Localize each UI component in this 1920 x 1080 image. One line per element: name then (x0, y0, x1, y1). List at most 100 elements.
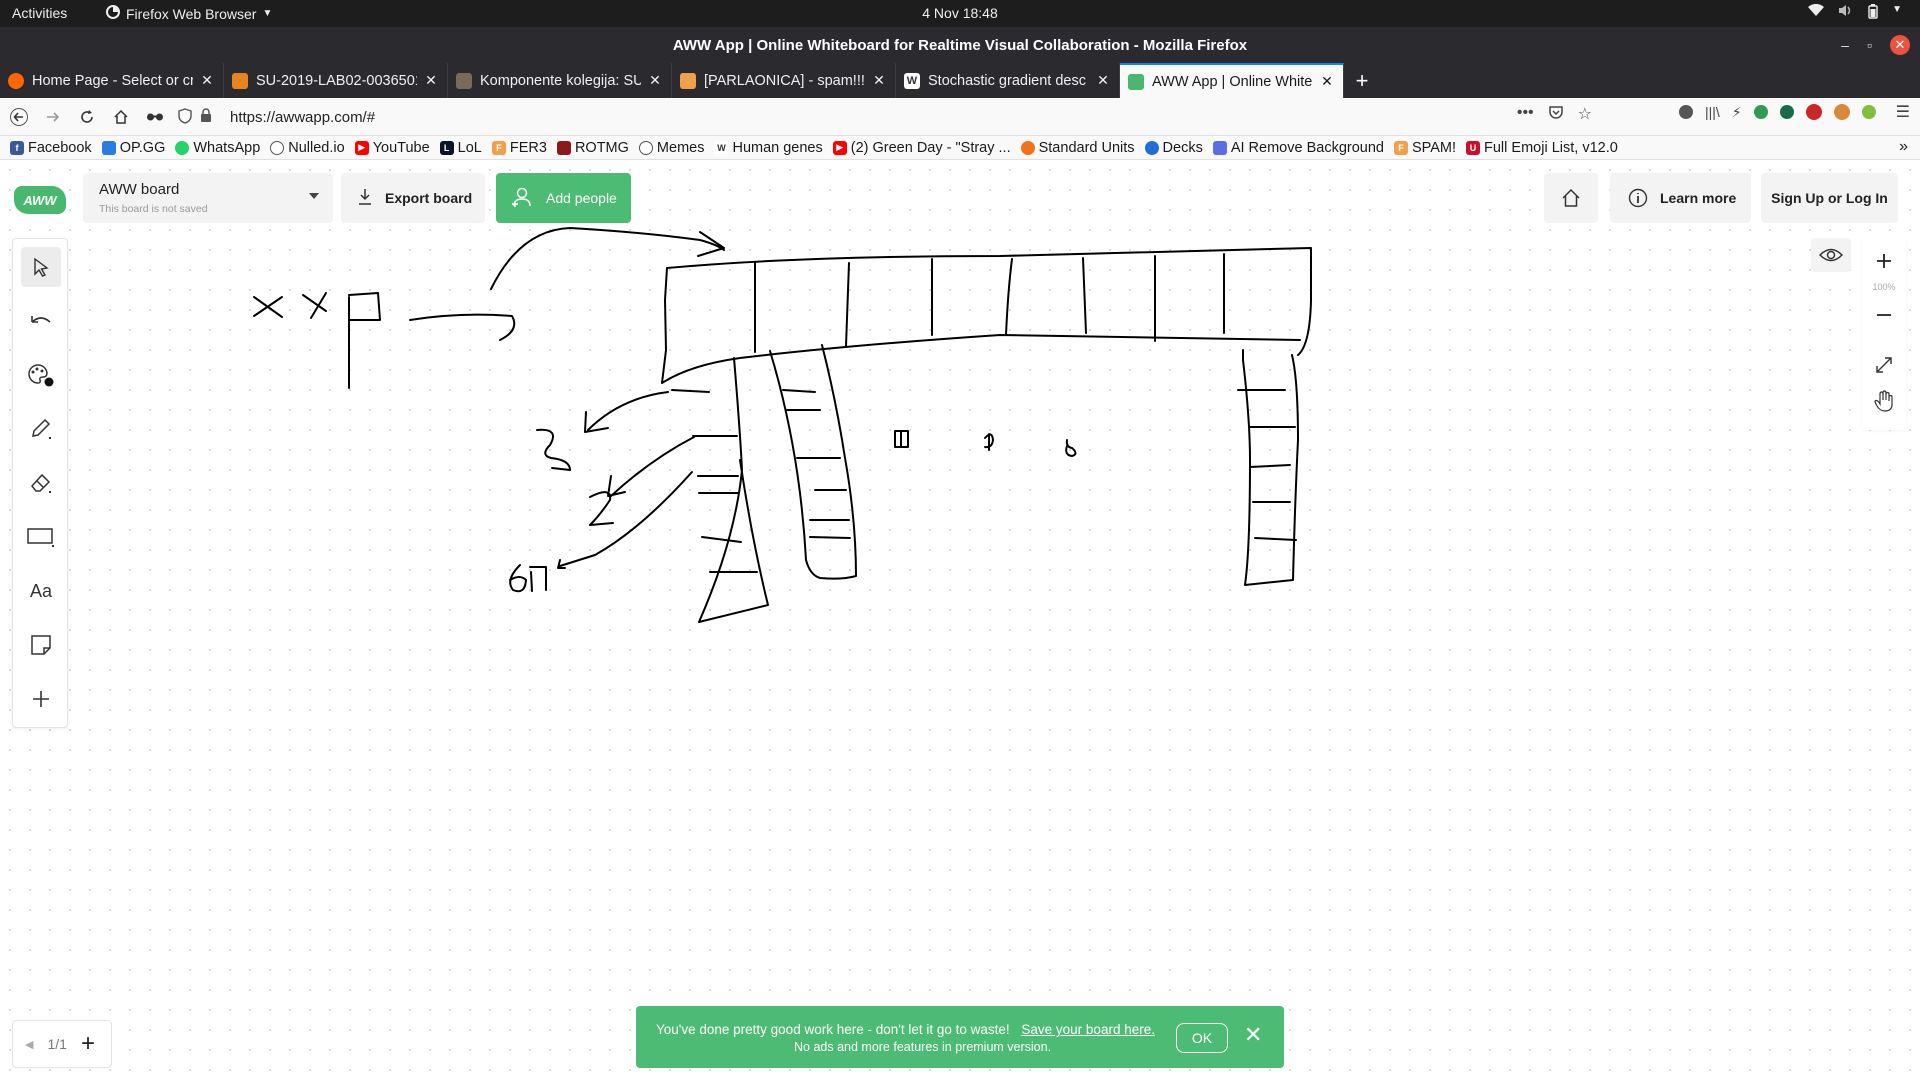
facebook-icon: f (10, 140, 24, 155)
forward-button[interactable] (38, 102, 68, 132)
bookmark-item[interactable]: ▶ YouTube (354, 140, 430, 156)
bookmark-item[interactable]: Decks (1144, 140, 1203, 156)
chevron-down-icon (309, 193, 319, 199)
clock[interactable]: 4 Nov 18:48 (0, 5, 1920, 21)
close-icon[interactable]: ✕ (1244, 1024, 1262, 1046)
url-actions: ••• ☆ (1517, 104, 1592, 125)
pen-tool[interactable] (21, 409, 61, 449)
close-tab-icon[interactable]: ✕ (1095, 72, 1111, 89)
home-button[interactable] (106, 102, 136, 132)
tab[interactable]: Home Page - Select or cr ✕ (0, 63, 224, 98)
previous-page-icon[interactable]: ◀ (25, 1038, 33, 1051)
maximize-icon[interactable]: ▫ (1867, 37, 1872, 53)
account-icon[interactable] (1679, 105, 1693, 119)
tab[interactable]: W Stochastic gradient desc ✕ (896, 63, 1120, 98)
bookmark-item[interactable]: f Facebook (10, 140, 92, 156)
activities-button[interactable]: Activities (12, 5, 67, 21)
bookmark-item[interactable]: ▶ (2) Green Day - "Stray ... (832, 140, 1011, 156)
new-tab-button[interactable]: + (1344, 63, 1380, 98)
standard-units-icon (1020, 140, 1035, 155)
bookmark-label: AI Remove Background (1230, 139, 1384, 156)
aww-logo[interactable]: AWW (14, 186, 66, 214)
board-selector[interactable]: AWW board This board is not saved (83, 173, 333, 223)
ublock-icon[interactable] (1805, 104, 1822, 120)
fit-to-screen-button[interactable] (1862, 350, 1906, 380)
app-menu-label: Firefox Web Browser (126, 5, 257, 22)
lock-icon[interactable] (200, 108, 212, 127)
close-tab-icon[interactable]: ✕ (1319, 73, 1335, 90)
extension-heart-icon[interactable] (1861, 105, 1876, 119)
extension-orange-icon[interactable] (1833, 104, 1850, 120)
bookmark-label: Nulled.io (288, 139, 345, 156)
zoom-out-button[interactable] (1862, 300, 1906, 330)
address-bar[interactable]: https://awwapp.com/# ••• ☆ (172, 102, 1592, 132)
toast-ok-button[interactable]: OK (1176, 1023, 1228, 1053)
bookmarks-overflow-icon[interactable]: » (1899, 138, 1908, 156)
extension-icon[interactable]: ⚡ (1732, 104, 1742, 121)
close-tab-icon[interactable]: ✕ (647, 72, 663, 89)
add-people-button[interactable]: Add people (496, 173, 631, 223)
add-page-button[interactable]: + (81, 1030, 95, 1058)
tab-active[interactable]: AWW App | Online White ✕ (1120, 63, 1344, 98)
firefox-icon (106, 5, 120, 22)
undo-tool[interactable] (21, 301, 61, 341)
tab[interactable]: SU-2019-LAB02-0036501 ✕ (224, 63, 448, 98)
bookmark-item[interactable]: Standard Units (1020, 140, 1135, 156)
bookmark-item[interactable]: Memes (638, 140, 704, 156)
eraser-tool[interactable] (21, 463, 61, 503)
bookmark-item[interactable]: WhatsApp (175, 140, 260, 156)
bookmark-star-icon[interactable]: ☆ (1578, 104, 1592, 125)
glasses-extension-button[interactable] (140, 102, 170, 132)
bookmark-item[interactable]: W Human genes (714, 140, 823, 156)
learn-more-button[interactable]: Learn more (1610, 173, 1751, 223)
whiteboard-canvas[interactable] (0, 160, 1920, 1080)
bookmark-item[interactable]: OP.GG (101, 140, 165, 156)
more-actions-icon[interactable]: ••• (1517, 104, 1534, 125)
pan-tool-button[interactable] (1862, 386, 1906, 416)
save-reminder-toast: You've done pretty good work here - don'… (636, 1006, 1284, 1068)
text-icon: Aa (29, 580, 53, 601)
bookmark-item[interactable]: ROTMG (556, 140, 629, 156)
bookmark-label: WhatsApp (193, 139, 261, 156)
sticky-note-tool[interactable] (21, 625, 61, 665)
export-board-button[interactable]: Export board (341, 173, 485, 223)
tab[interactable]: [PARLAONICA] - spam!!! ✕ (672, 63, 896, 98)
home-button[interactable] (1544, 173, 1598, 223)
zoom-in-button[interactable] (1862, 246, 1906, 276)
system-tray[interactable]: ▼ (1808, 3, 1902, 22)
extension-green-icon[interactable] (1753, 105, 1768, 119)
close-window-icon[interactable]: ✕ (1890, 35, 1910, 55)
pocket-icon[interactable] (1548, 104, 1564, 125)
bookmark-item[interactable]: U Full Emoji List, v12.0 (1466, 140, 1618, 156)
view-mode-button[interactable] (1811, 238, 1851, 272)
signup-login-button[interactable]: Sign Up or Log In (1761, 173, 1898, 223)
tool-palette: Aa (12, 238, 68, 728)
minimize-icon[interactable]: – (1841, 37, 1849, 53)
back-button[interactable] (4, 102, 34, 132)
cursor-icon (34, 257, 49, 277)
select-tool[interactable] (21, 247, 61, 287)
close-tab-icon[interactable]: ✕ (871, 72, 887, 89)
bookmark-item[interactable]: L LoL (439, 139, 482, 156)
bookmark-item[interactable]: F FER3 (491, 140, 547, 156)
bookmark-item[interactable]: AI Remove Background (1212, 139, 1384, 156)
hamburger-menu-icon[interactable]: ☰ (1896, 102, 1910, 122)
shield-icon[interactable] (178, 108, 192, 128)
color-palette-tool[interactable] (21, 355, 61, 395)
text-tool[interactable]: Aa (21, 571, 61, 611)
bookmark-item[interactable]: Nulled.io (270, 139, 345, 156)
tab[interactable]: Komponente kolegija: SU ✕ (448, 63, 672, 98)
close-tab-icon[interactable]: ✕ (423, 72, 439, 89)
extension-dark-icon[interactable] (1779, 105, 1794, 119)
save-board-link[interactable]: Save your board here. (1021, 1022, 1155, 1037)
minus-icon (1877, 314, 1891, 316)
bookmark-item[interactable]: F SPAM! (1393, 140, 1456, 156)
close-tab-icon[interactable]: ✕ (199, 72, 215, 89)
shape-tool[interactable] (21, 517, 61, 557)
bookmark-label: LoL (457, 139, 482, 156)
volume-icon (1838, 4, 1854, 22)
reload-button[interactable] (72, 102, 102, 132)
add-tool[interactable] (21, 679, 61, 719)
app-menu[interactable]: Firefox Web Browser ▼ (106, 5, 272, 22)
library-icon[interactable]: |||\ (1705, 104, 1720, 120)
